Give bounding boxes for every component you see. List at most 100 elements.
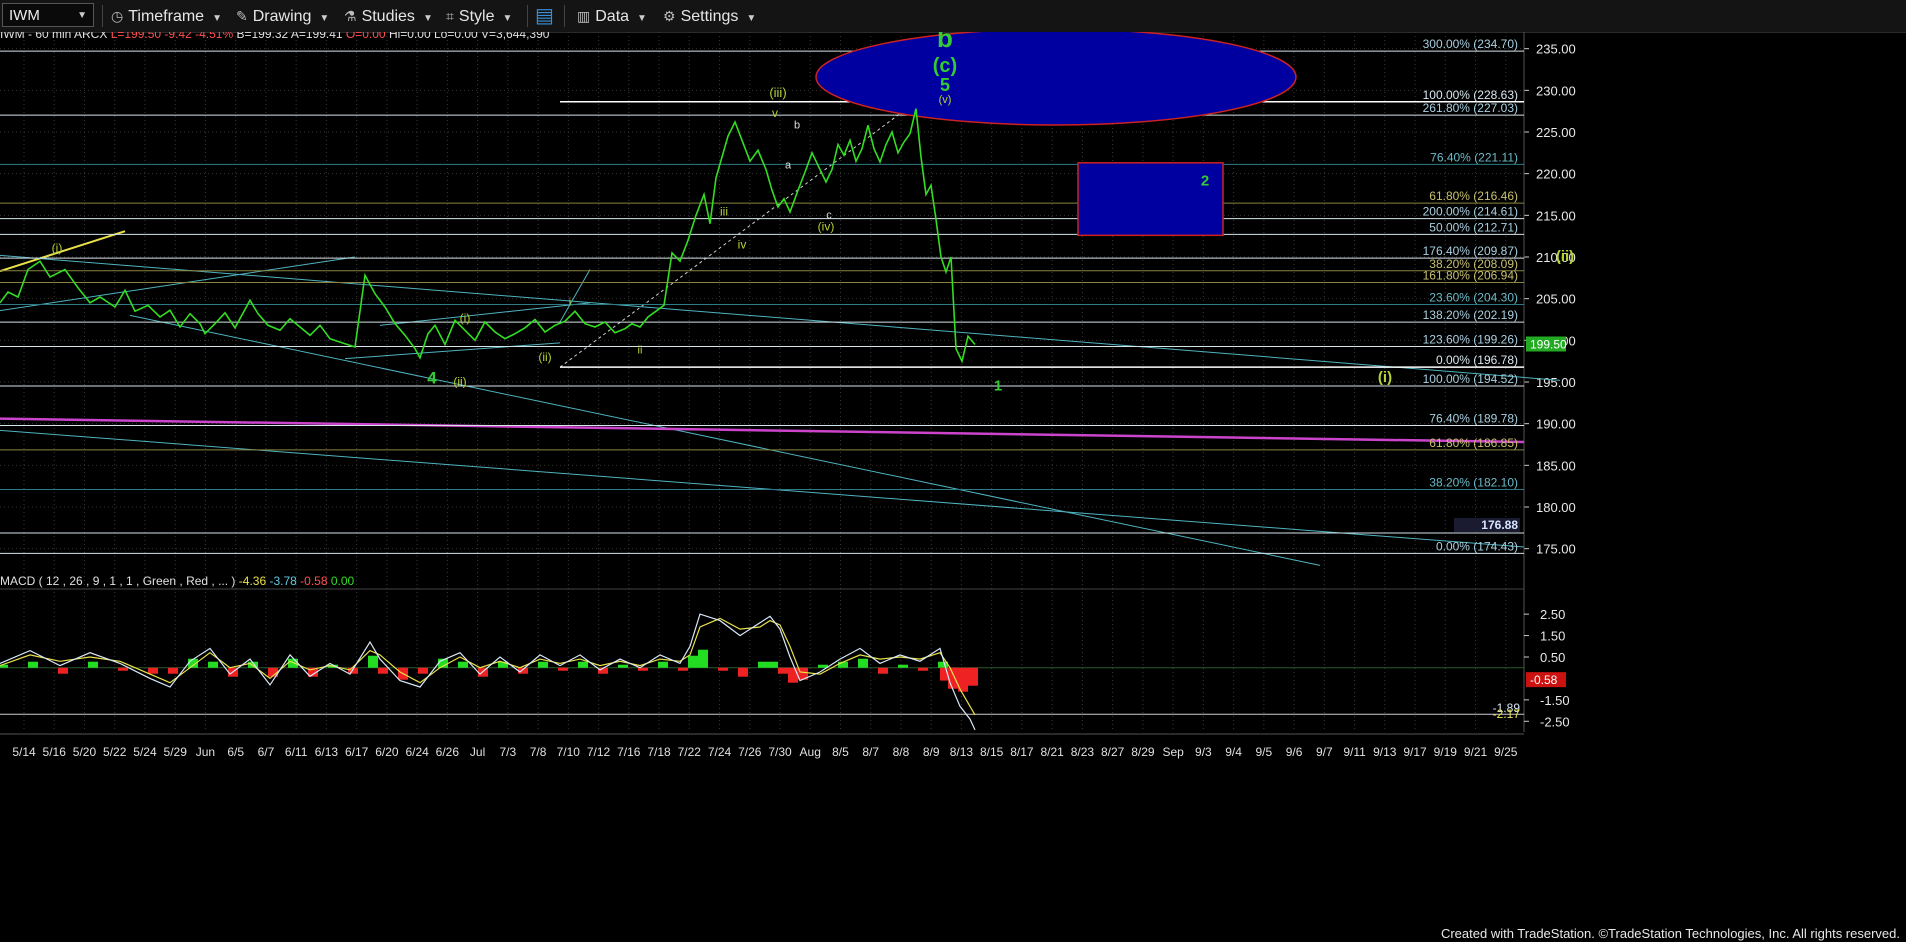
y-axis-tick-label: 215.00 [1536,208,1576,223]
timeframe-menu[interactable]: ◷ Timeframe ▼ [111,4,222,28]
y-axis-tick-label: 235.00 [1536,42,1576,57]
macd-histogram-bar [618,664,628,668]
fib-level-label: 38.20% (182.10) [1429,476,1518,490]
symbol-dropdown-icon[interactable]: ▼ [77,4,87,28]
wave-label: (v) [939,94,952,106]
wave-label: (ii) [453,374,466,388]
y-axis-tick-label: 195.00 [1536,375,1576,390]
fib-level-label: 61.80% (186.85) [1429,436,1518,450]
x-axis-tick-label: 6/17 [345,745,369,759]
fib-level-label: 100.00% (194.52) [1423,372,1518,386]
x-axis-tick-label: 9/13 [1373,745,1397,759]
last-price-tag: 199.50 [1530,338,1567,352]
x-axis-tick-label: 7/10 [557,745,581,759]
y-axis-tick-label: 220.00 [1536,167,1576,182]
chart-header-field: ARCX [71,32,107,41]
macd-histogram-bar [378,667,388,674]
drawing-menu[interactable]: ✎ Drawing ▼ [236,4,329,28]
fib-level-label: 176.88 [1481,518,1518,532]
drawing-label: Drawing [252,8,312,25]
chevron-down-icon: ▼ [319,13,330,24]
macd-histogram-bar [578,661,588,668]
macd-histogram-bar [538,661,548,668]
target-zone-ellipse [815,32,1297,126]
x-axis-tick-label: 9/25 [1494,745,1518,759]
macd-histogram-bar [368,655,378,668]
symbol-input[interactable]: IWM ▼ [2,3,94,27]
macd-histogram-bar [718,667,728,671]
wave-label: (ii) [1556,248,1574,265]
x-axis-tick-label: 7/26 [738,745,762,759]
chart-header-field: Lo=0.00 [431,32,478,41]
macd-histogram-bar [678,667,688,671]
x-axis-tick-label: 8/9 [923,745,940,759]
x-axis-tick-label: 9/21 [1464,745,1488,759]
x-axis-tick-label: 7/24 [708,745,732,759]
price-chart[interactable]: 175.00180.00185.00190.00195.00200.00205.… [0,32,1906,942]
y-axis-tick-label: 205.00 [1536,292,1576,307]
y-axis-tick-label: 175.00 [1536,542,1576,557]
x-axis-tick-label: 9/4 [1225,745,1242,759]
fib-level-label: 161.80% (206.94) [1423,269,1518,283]
fib-level-label: 200.00% (214.61) [1423,205,1518,219]
symbol-value: IWM [9,7,40,24]
layout-icon: ▤ [535,5,554,27]
y-axis-tick-label: 180.00 [1536,500,1576,515]
chart-header-field: IWM - 60 min [0,32,71,41]
macd-histogram-bar [458,661,468,668]
x-axis-tick-label: 9/5 [1255,745,1272,759]
macd-histogram-bar [698,649,708,668]
x-axis-tick-label: 5/29 [164,745,188,759]
wave-label: i [569,296,571,308]
macd-histogram-bar [858,658,868,668]
fib-level-label: 76.40% (221.11) [1430,150,1518,164]
x-axis-tick-label: 6/24 [405,745,429,759]
style-menu[interactable]: ⌗ Style ▼ [446,4,512,28]
studies-label: Studies [361,8,415,25]
teal-trendline [344,342,561,360]
price-series-line [0,108,976,364]
x-axis-tick-label: 7/22 [678,745,702,759]
settings-menu[interactable]: ⚙ Settings ▼ [663,4,756,28]
x-axis-tick-label: 8/8 [893,745,910,759]
tradestation-credit: Created with TradeStation. ©TradeStation… [1440,926,1900,941]
x-axis-tick-label: 6/26 [436,745,460,759]
wave-label: b [937,32,953,53]
layout-button[interactable]: ▤ [535,4,554,28]
style-label: Style [458,8,495,25]
macd-histogram-bar [898,664,908,668]
macd-axis-tick-label: 1.50 [1540,629,1565,644]
wave-label: b [794,120,800,132]
chart-header-field: V=3,644,390 [478,32,550,41]
wave-label: (iv) [818,219,835,233]
clock-icon: ◷ [111,8,124,24]
macd-legend-label: MACD ( 12 , 26 , 9 , 1 , 1 , Green , Red… [0,574,235,588]
x-axis-tick-label: 8/17 [1010,745,1034,759]
macd-histogram-bar [518,667,528,674]
chart-header-field: B=199.32 [233,32,288,41]
chart-header-field: -9.42 [161,32,192,41]
x-axis-tick-label: 5/20 [73,745,97,759]
macd-histogram-bar [58,667,68,674]
data-menu[interactable]: ▥ Data ▼ [577,4,647,28]
teal-trendline [129,314,1321,566]
chart-header: IWM - 60 min ARCX L=199.50 -9.42 -4.51% … [0,32,550,41]
x-axis-tick-label: 8/21 [1040,745,1064,759]
x-axis-tick-label: 5/22 [103,745,127,759]
flask-icon: ⚗ [344,8,357,24]
fib-level-label: 261.80% (227.03) [1423,101,1518,115]
macd-histogram-bar [768,661,778,668]
x-axis-tick-label: 7/16 [617,745,641,759]
x-axis-tick-label: 7/12 [587,745,611,759]
settings-label: Settings [680,8,739,25]
macd-histogram-bar [968,667,978,686]
fib-level-label: 50.00% (212.71) [1429,220,1518,234]
studies-menu[interactable]: ⚗ Studies ▼ [344,4,433,28]
teal-trendline [559,269,591,323]
x-axis-tick-label: 8/27 [1101,745,1125,759]
macd-legend: MACD ( 12 , 26 , 9 , 1 , 1 , Green , Red… [0,574,355,588]
wave-label: iv [738,238,747,252]
magenta-trendline [0,417,1525,444]
teal-trendline [0,254,1561,381]
wave-label: (c) [933,55,957,77]
